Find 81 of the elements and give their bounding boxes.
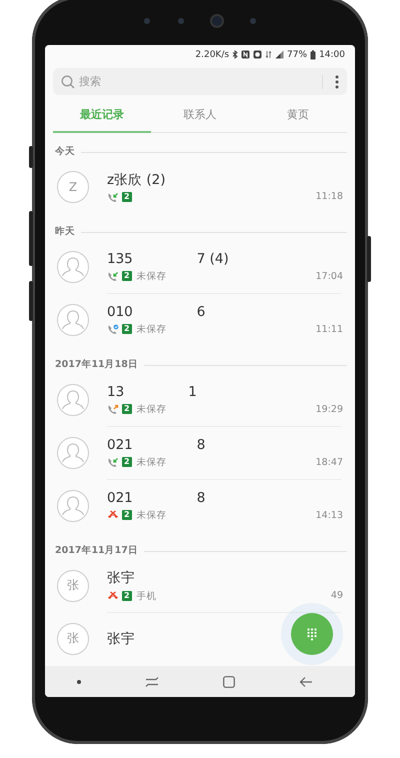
caller-number-end: 1 (188, 384, 197, 400)
call-time: 11:18 (316, 191, 343, 202)
caller-number-end: 6 (196, 304, 206, 320)
caller-name: 张宇 (107, 568, 135, 586)
person-avatar-icon (57, 490, 89, 522)
phone-icon (107, 457, 119, 467)
camera-icon (212, 16, 222, 26)
person-avatar-icon (57, 250, 89, 282)
caller-name: 135 (107, 250, 133, 266)
caller-number-end: 7 (4) (196, 250, 229, 266)
call-log-item[interactable]: 13 1 2 未保存 19:29 (45, 373, 355, 426)
phone-icon (107, 404, 119, 414)
section-header: 2017年11月17日 (55, 544, 138, 558)
signal-icon (275, 50, 284, 59)
more-options-icon (335, 74, 339, 88)
dot-icon (77, 680, 81, 684)
sim-badge: 2 (122, 510, 132, 520)
call-log-item[interactable]: 021 8 2 未保存 14:13 (45, 479, 355, 532)
section-header: 今天 (55, 145, 75, 159)
sensor-icon (144, 18, 150, 24)
person-avatar-icon (57, 384, 89, 416)
sim-badge: 2 (122, 591, 132, 601)
call-time: 17:04 (316, 271, 343, 282)
sensor-icon (250, 18, 256, 24)
caller-name: 021 (107, 490, 133, 506)
sim-badge: 2 (122, 324, 132, 334)
sensor-icon (178, 18, 184, 24)
number-label: 未保存 (136, 270, 167, 282)
rejected-call-icon (107, 510, 119, 520)
contact-avatar: 张 (57, 622, 89, 654)
call-time: 49 (330, 590, 343, 601)
network-speed: 2.20K/s (195, 50, 230, 60)
number-label: 未保存 (136, 402, 167, 416)
call-time: 18:47 (316, 457, 343, 468)
battery-icon (310, 50, 316, 60)
phone-icon (107, 271, 119, 281)
bluetooth-icon (232, 50, 238, 59)
sim-badge: 2 (122, 457, 132, 467)
phone-icon (107, 192, 119, 202)
sim-badge: 2 (122, 271, 132, 281)
home-icon (223, 676, 235, 688)
call-log-item[interactable]: 张 张宇 2 手机 49 (45, 559, 355, 612)
data-icon (265, 50, 272, 59)
caller-number-end: 8 (196, 436, 206, 452)
call-log-item[interactable]: 010 6 2 未保存 11:11 (45, 293, 355, 346)
dialpad-button[interactable] (291, 613, 333, 655)
section-header: 昨天 (55, 225, 75, 239)
search-icon (61, 74, 75, 88)
dialpad-icon (307, 628, 317, 640)
caller-name: 021 (107, 436, 133, 452)
search-bar[interactable]: 搜索 (53, 68, 347, 95)
sim-badge: 2 (122, 192, 132, 202)
number-label: 未保存 (136, 508, 167, 522)
caller-number-end: 8 (196, 490, 206, 506)
contact-avatar: 张 (57, 570, 89, 602)
contact-avatar: Z (57, 170, 89, 202)
call-log-item[interactable]: 021 8 2 未保存 18:47 (45, 426, 355, 479)
number-label: 未保存 (136, 322, 167, 336)
person-avatar-icon (57, 436, 89, 468)
sim-badge: 2 (122, 404, 132, 414)
back-icon (299, 676, 313, 688)
caller-name: 010 (107, 304, 133, 320)
number-label: 手机 (136, 590, 157, 602)
caller-name: 13 (107, 384, 124, 400)
call-time: 19:29 (316, 404, 343, 415)
section-header: 2017年11月18日 (55, 358, 138, 372)
call-log-item[interactable]: Z z张欣 (2) 2 11:18 (45, 160, 355, 213)
phone-icon (107, 324, 119, 334)
recents-icon (145, 676, 159, 686)
battery-level: 77% (287, 50, 308, 60)
call-time: 11:11 (316, 324, 343, 335)
caller-name: z张欣 (2) (107, 171, 166, 189)
number-label: 未保存 (136, 456, 167, 468)
person-avatar-icon (57, 304, 89, 336)
nfc-icon (241, 50, 250, 59)
clock: 14:00 (319, 50, 345, 60)
search-field[interactable]: 搜索 (79, 75, 318, 88)
call-time: 14:13 (316, 510, 343, 521)
call-log-item[interactable]: 135 7 (4) 2 未保存 17:04 (45, 240, 355, 293)
rejected-call-icon (107, 591, 119, 601)
caller-name: 张宇 (107, 630, 135, 648)
